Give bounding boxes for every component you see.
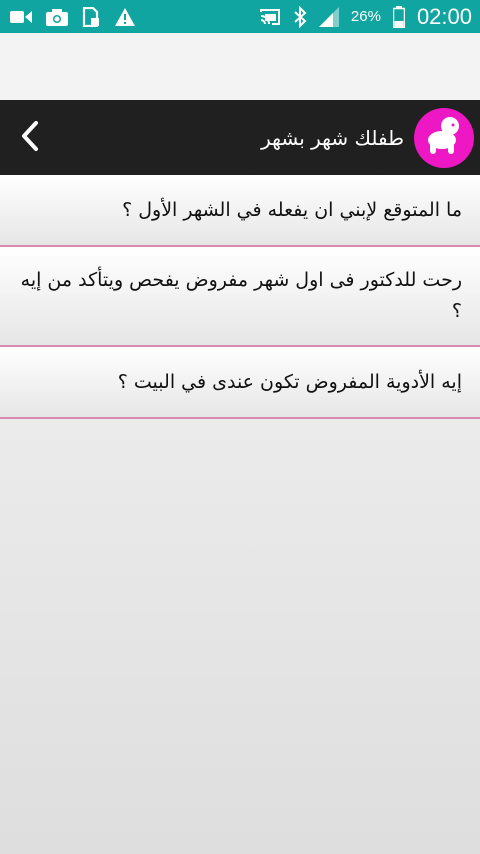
- storage-icon: [82, 6, 100, 27]
- warning-icon: [114, 7, 136, 27]
- back-button[interactable]: [0, 100, 60, 175]
- app-title-group: طفلك شهر بشهر: [261, 107, 480, 168]
- cast-icon: [259, 8, 281, 26]
- status-time: 02:00: [416, 3, 472, 29]
- list-item[interactable]: رحت للدكتور فى اول شهر مفروض يفحص ويتأكد…: [0, 247, 480, 347]
- battery-icon: [392, 5, 405, 28]
- bluetooth-icon: [293, 5, 307, 28]
- list-item[interactable]: إيه الأدوية المفروض تكون عندى في البيت ؟: [0, 347, 480, 419]
- status-left-icons: [0, 6, 136, 27]
- signal-icon: [318, 6, 339, 27]
- status-bar: 26% 02:00: [0, 0, 480, 33]
- questions-list: ما المتوقع لإبني ان يفعله في الشهر الأول…: [0, 175, 480, 419]
- battery-percent: 26%: [350, 8, 381, 25]
- camera-icon: [46, 8, 68, 26]
- app-title: طفلك شهر بشهر: [261, 125, 404, 150]
- list-item-text: إيه الأدوية المفروض تكون عندى في البيت ؟: [117, 370, 462, 393]
- list-item-text: رحت للدكتور فى اول شهر مفروض يفحص ويتأكد…: [20, 269, 462, 322]
- chevron-left-icon: [20, 120, 40, 156]
- baby-crawling-icon: [418, 110, 470, 166]
- status-right-icons: 26% 02:00: [259, 4, 480, 30]
- app-logo: [414, 107, 474, 168]
- list-item-text: ما المتوقع لإبني ان يفعله في الشهر الأول…: [122, 198, 462, 221]
- top-blank-area: [0, 33, 480, 100]
- app-bar: طفلك شهر بشهر: [0, 100, 480, 175]
- video-icon: [10, 9, 32, 25]
- list-item[interactable]: ما المتوقع لإبني ان يفعله في الشهر الأول…: [0, 175, 480, 247]
